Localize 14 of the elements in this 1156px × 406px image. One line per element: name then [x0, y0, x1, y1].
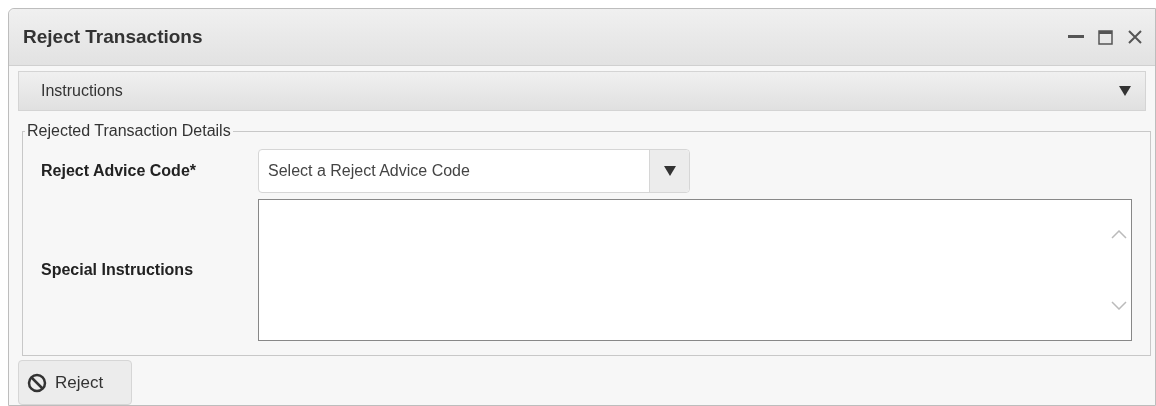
fieldset-legend: Rejected Transaction Details — [25, 119, 233, 143]
dropdown-arrow-icon — [663, 166, 676, 176]
maximize-icon[interactable] — [1098, 29, 1113, 45]
instructions-label: Instructions — [41, 81, 123, 102]
minimize-icon[interactable] — [1068, 35, 1084, 40]
reject-button[interactable]: Reject — [18, 360, 132, 405]
instructions-bar[interactable]: Instructions — [18, 71, 1146, 111]
close-icon[interactable] — [1127, 29, 1143, 46]
field-label: Reject Advice Code* — [41, 161, 197, 181]
prohibited-icon — [27, 372, 47, 393]
dropdown-arrow-icon — [1119, 86, 1131, 97]
window-title: Reject Transactions — [23, 24, 203, 49]
field-label: Special Instructions — [41, 260, 195, 280]
reject-advice-code-select[interactable]: Select a Reject Advice Code — [258, 149, 690, 193]
